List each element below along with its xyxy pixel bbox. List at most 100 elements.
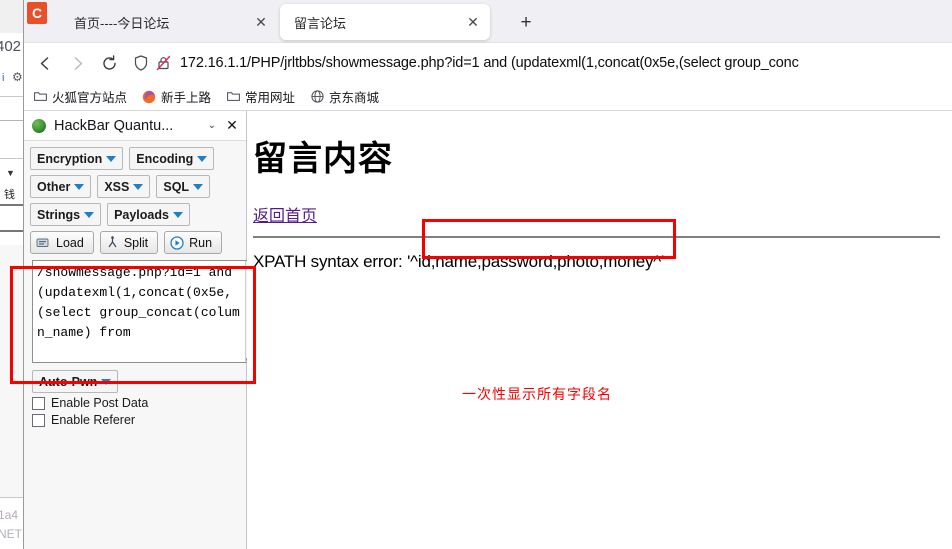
load-icon [36,236,51,249]
background-divider [0,96,23,97]
globe-icon [309,89,325,105]
xpath-error-message: XPATH syntax error: '^id,name,password,p… [253,252,665,271]
background-divider [0,204,23,206]
load-button[interactable]: Load [30,231,94,254]
payloads-menu-button[interactable]: Payloads [107,203,190,226]
bookmark-label: 火狐官方站点 [52,91,128,105]
tab-strip: C 首页----今日论坛 ✕ 留言论坛 ✕ + [24,0,952,43]
background-window-titlebar [0,0,23,33]
browser-logo-icon: C [27,2,47,24]
lock-crossed-icon[interactable] [152,52,174,74]
close-icon[interactable]: ✕ [252,13,270,31]
payload-input[interactable]: /showmessage.php?id=1 and (updatexml(1,c… [32,260,261,363]
bookmark-label: 常用网址 [245,91,296,105]
hackbar-ball-icon [32,118,46,133]
hackbar-button-row-2: Other XSS SQL [30,175,246,198]
button-label: Load [56,235,84,250]
navigation-toolbar: 172.16.1.1/PHP/jrltbbs/showmessage.php?i… [24,43,952,83]
browser-window: C 首页----今日论坛 ✕ 留言论坛 ✕ + 172.16.1.1/PHP/j… [24,0,952,549]
bookmarks-bar: 火狐官方站点 新手上路 常用网址 京东商城 [24,83,952,111]
xss-menu-button[interactable]: XSS [97,175,151,198]
gear-icon: ⚙ [12,70,23,84]
sql-menu-button[interactable]: SQL [156,175,211,198]
tab-home-forum[interactable]: 首页----今日论坛 ✕ [60,4,278,40]
run-button[interactable]: Run [164,231,223,254]
background-fragment-402: 402 [0,38,22,55]
reload-button[interactable] [94,48,124,78]
hackbar-button-row-1: Encryption Encoding [30,147,246,170]
hackbar-sidebar: HackBar Quantu... ⌄ ✕ Encryption Encodin… [24,111,261,549]
screenshot-root: 402 i ⚙ ▼ 钱 1a4 NET C 首页----今日论坛 ✕ 留言论坛 … [0,0,952,549]
auto-pwn-menu-button[interactable]: Auto-Pwn [32,370,119,393]
sidebar-title: HackBar Quantu... [54,117,174,134]
bookmark-label: 新手上路 [161,91,212,105]
button-label: Payloads [114,207,169,222]
close-icon[interactable]: ✕ [464,13,482,31]
encoding-menu-button[interactable]: Encoding [129,147,215,170]
forward-button[interactable] [62,48,92,78]
background-fragment-1a4: 1a4 [0,508,19,522]
bookmark-jd-mall[interactable]: 京东商城 [309,87,379,106]
chevron-down-icon [197,155,208,162]
sidebar-header: HackBar Quantu... ⌄ ✕ [24,111,246,141]
chevron-down-icon [84,211,95,218]
button-label: XSS [104,179,130,194]
background-fragment-blue: i [2,72,5,84]
button-label: Encryption [37,151,103,166]
background-divider [0,230,23,232]
strings-menu-button[interactable]: Strings [30,203,102,226]
bookmark-firefox-official[interactable]: 火狐官方站点 [32,87,127,106]
bookmark-common-sites[interactable]: 常用网址 [225,87,295,106]
background-window-sliver[interactable]: 402 i ⚙ ▼ 钱 1a4 NET [0,0,24,549]
annotation-note: 一次性显示所有字段名 [462,386,612,402]
page-content: 留言内容 返回首页 XPATH syntax error: '^id,name,… [247,111,952,549]
url-text: 172.16.1.1/PHP/jrltbbs/showmessage.php?i… [180,55,799,71]
back-arrow-icon [40,56,48,70]
enable-referer-row[interactable]: Enable Referer [32,413,246,427]
button-label: Other [37,179,71,194]
chevron-down-icon[interactable]: ⌄ [208,120,216,131]
chevron-down-icon [193,183,204,190]
other-menu-button[interactable]: Other [30,175,92,198]
chevron-down-icon: ▼ [6,168,15,178]
split-icon [106,236,119,249]
hackbar-button-row-3: Strings Payloads [30,203,246,226]
background-divider [0,120,23,121]
folder-icon [225,89,241,105]
background-fragment-cn: 钱 [4,189,15,201]
chevron-down-icon [133,183,144,190]
browser-viewport: HackBar Quantu... ⌄ ✕ Encryption Encodin… [24,111,952,549]
reload-arrow-icon [102,54,116,70]
button-label: Auto-Pwn [39,374,98,389]
chevron-down-icon [106,155,117,162]
browser-logo-letter: C [31,4,43,21]
background-divider [0,158,23,159]
button-label: SQL [163,179,190,194]
bookmark-beginner[interactable]: 新手上路 [141,87,211,106]
back-to-home-link[interactable]: 返回首页 [253,202,317,226]
address-bar[interactable]: 172.16.1.1/PHP/jrltbbs/showmessage.php?i… [130,48,946,78]
chevron-down-icon [172,211,183,218]
tab-message-forum[interactable]: 留言论坛 ✕ [280,4,490,40]
new-tab-button[interactable]: + [514,10,538,34]
enable-referer-checkbox[interactable] [32,413,45,427]
button-label: Split [123,235,149,250]
chevron-down-icon [74,183,85,190]
button-label: Strings [37,207,81,222]
back-button[interactable] [30,48,60,78]
shield-icon[interactable] [130,52,152,74]
background-panel-strip [0,245,23,497]
encryption-menu-button[interactable]: Encryption [30,147,124,170]
close-icon[interactable]: ✕ [224,117,240,134]
forward-arrow-icon [74,56,82,70]
button-label: Run [189,235,213,250]
enable-post-data-row[interactable]: Enable Post Data [32,396,246,410]
page-title: 留言内容 [253,139,393,179]
folder-icon [32,89,48,105]
split-button[interactable]: Split [99,231,159,254]
checkbox-label: Enable Post Data [51,396,149,410]
sidebar-body: Encryption Encoding Other XSS SQL String… [24,141,261,427]
enable-post-data-checkbox[interactable] [32,396,45,410]
hackbar-action-row: Load Split Run [30,231,246,254]
run-icon [170,235,184,250]
